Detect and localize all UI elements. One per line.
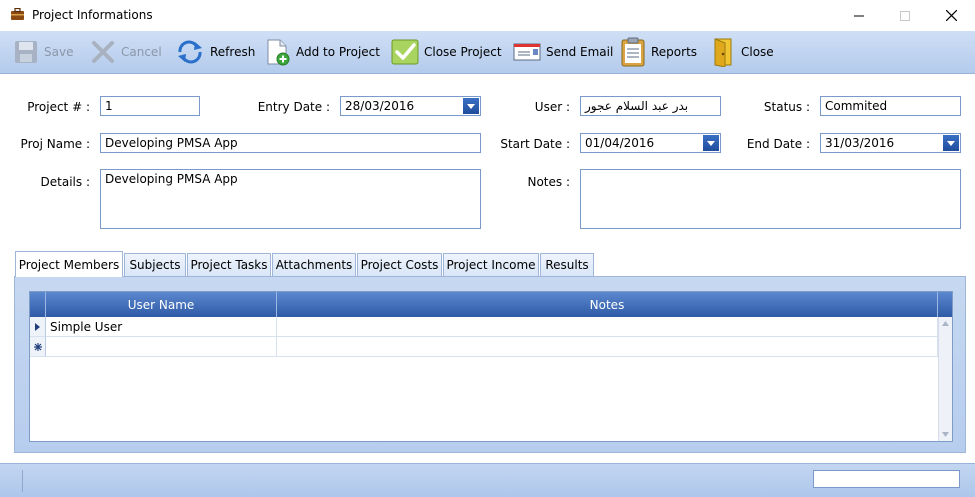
grid-cell-notes[interactable] [277,317,938,337]
end-date-picker[interactable]: 31/03/2016 [820,133,961,153]
status-bar [0,463,975,497]
tab-results[interactable]: Results [540,253,594,276]
grid-vertical-scrollbar[interactable] [938,317,952,441]
close-icon [945,10,957,21]
column-header-notes[interactable]: Notes [277,292,938,317]
close-project-label: Close Project [424,45,502,59]
add-to-project-button[interactable]: Add to Project [265,31,380,73]
start-date-label: Start Date : [500,137,570,151]
send-email-button[interactable]: Send Email [513,31,613,73]
new-row-asterisk-icon [33,342,42,351]
chevron-down-icon [467,103,475,109]
cancel-x-icon [92,41,114,63]
user-label: User : [534,100,570,114]
project-number-field[interactable]: 1 [100,96,200,116]
send-email-label: Send Email [546,45,614,59]
start-date-dropdown[interactable] [703,135,719,151]
entry-date-label: Entry Date : [257,100,330,114]
save-label: Save [44,45,74,59]
tab-attachments[interactable]: Attachments [272,253,356,276]
maximize-button[interactable] [882,0,928,31]
proj-name-label: Proj Name : [20,137,90,151]
cancel-button[interactable]: Cancel [90,31,162,73]
toolbar: Save Cancel Refresh Add to Project Close… [0,31,975,74]
chevron-down-icon [707,140,715,146]
checkmark-icon [391,39,419,65]
scroll-down-arrow-icon [942,432,949,437]
chevron-down-icon [947,140,955,146]
project-number-label: Project # : [27,100,90,114]
grid-corner [30,292,46,317]
grid-header: User Name Notes [30,292,952,317]
envelope-icon [513,43,541,61]
close-button[interactable]: Close [712,31,774,73]
tab-project-costs[interactable]: Project Costs [357,253,442,276]
grid-cell-user-name[interactable]: Simple User [46,317,277,337]
tab-subjects[interactable]: Subjects [124,253,186,276]
row-header-new[interactable] [30,337,46,357]
status-bar-separator [22,470,23,492]
proj-name-field[interactable]: Developing PMSA App [100,133,481,153]
refresh-icon [178,40,202,64]
status-field[interactable]: Commited [820,96,961,116]
start-date-value: 01/04/2016 [585,136,655,150]
end-date-label: End Date : [746,137,810,151]
refresh-label: Refresh [210,45,256,59]
reports-label: Reports [651,45,698,59]
close-project-button[interactable]: Close Project [391,31,502,73]
tab-project-members[interactable]: Project Members [15,251,123,277]
reports-button[interactable]: Reports [620,31,697,73]
close-label: Close [741,45,774,59]
maximize-icon [900,10,910,21]
new-row-cell-notes[interactable] [277,337,938,357]
details-textarea[interactable]: Developing PMSA App [100,169,481,229]
members-grid[interactable]: User Name Notes Simple User [29,291,953,442]
briefcase-icon [11,8,24,20]
save-button[interactable]: Save [13,31,73,73]
refresh-button[interactable]: Refresh [175,31,255,73]
column-header-user-name[interactable]: User Name [46,292,277,317]
title-bar: Project Informations [0,0,975,31]
new-row-cell-user-name[interactable] [46,337,277,357]
minimize-button[interactable] [836,0,882,31]
tab-project-tasks[interactable]: Project Tasks [187,253,271,276]
end-date-value: 31/03/2016 [825,136,895,150]
add-to-project-label: Add to Project [296,45,380,59]
status-bar-progress-panel [813,470,960,488]
start-date-picker[interactable]: 01/04/2016 [580,133,721,153]
close-window-button[interactable] [928,0,974,31]
user-field[interactable]: بدر عبد السلام عجور [580,96,721,116]
row-pointer-icon [35,322,40,331]
exit-door-icon [714,38,732,67]
floppy-disk-icon [15,41,37,63]
scroll-up-arrow-icon [942,321,949,326]
entry-date-dropdown[interactable] [463,98,479,114]
details-label: Details : [40,175,90,189]
notes-label: Notes : [527,175,570,189]
row-header-current[interactable] [30,317,46,337]
end-date-dropdown[interactable] [943,135,959,151]
add-document-icon [267,39,290,66]
cancel-label: Cancel [121,45,162,59]
project-members-panel: User Name Notes Simple User [14,276,966,453]
minimize-icon [854,15,864,16]
status-label: Status : [763,100,810,114]
notes-textarea[interactable] [580,169,961,229]
clipboard-icon [621,37,645,67]
entry-date-value: 28/03/2016 [345,99,415,113]
window-title: Project Informations [32,8,153,22]
entry-date-picker[interactable]: 28/03/2016 [340,96,481,116]
tab-project-income[interactable]: Project Income [443,253,539,276]
